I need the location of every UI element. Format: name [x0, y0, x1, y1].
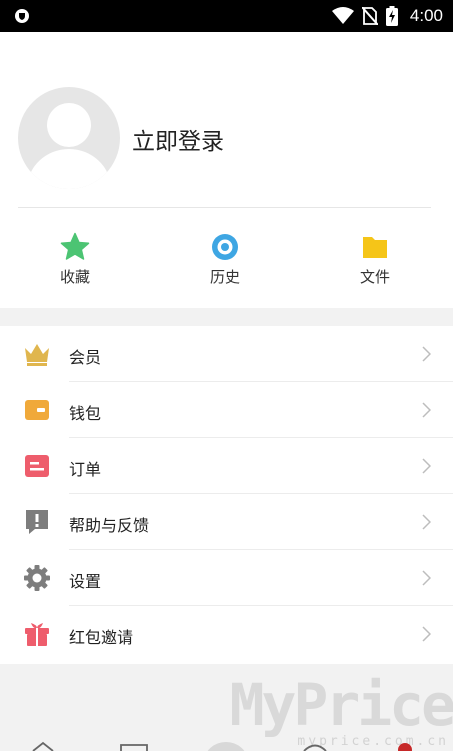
quick-action-favorites[interactable]: 收藏	[35, 232, 115, 287]
gear-icon	[24, 565, 50, 591]
profile-divider	[18, 207, 431, 208]
menu-item-help-feedback[interactable]: 帮助与反馈	[0, 494, 453, 550]
wallet-icon	[25, 400, 49, 420]
profile-card: 立即登录 收藏 历史 文件	[0, 32, 453, 308]
quick-action-label: 收藏	[59, 268, 90, 286]
menu-item-label: 钱包	[69, 404, 102, 423]
chevron-right-icon	[422, 402, 431, 418]
menu-item-wallet[interactable]: 钱包	[0, 382, 453, 438]
default-avatar-icon[interactable]	[18, 87, 120, 189]
menu-item-label: 红包邀请	[69, 628, 134, 647]
chevron-right-icon	[422, 346, 431, 362]
watermark-logo: MyPrice	[229, 671, 453, 739]
quick-action-history[interactable]: 历史	[185, 232, 265, 287]
gift-icon	[25, 623, 49, 646]
chevron-right-icon	[422, 570, 431, 586]
menu-item-label: 会员	[69, 348, 102, 367]
menu-list: 会员 钱包 订单 帮助与反馈 设置 红包邀请	[0, 326, 453, 664]
status-time: 4:00	[409, 6, 443, 25]
status-icons: 4:00	[331, 0, 443, 32]
quick-action-label: 文件	[359, 268, 390, 286]
center-tab-icon[interactable]	[204, 740, 248, 751]
wifi-icon	[331, 7, 354, 24]
star-icon	[60, 232, 90, 260]
quick-action-files[interactable]: 文件	[335, 232, 415, 287]
menu-item-orders[interactable]: 订单	[0, 438, 453, 494]
shield-notification-icon	[15, 9, 29, 23]
menu-item-red-packet-invite[interactable]: 红包邀请	[0, 606, 453, 662]
battery-charging-icon	[385, 6, 398, 26]
quick-action-label: 历史	[209, 268, 240, 286]
menu-item-label: 设置	[69, 572, 102, 591]
feedback-icon	[26, 510, 48, 534]
message-icon[interactable]	[120, 740, 148, 751]
menu-item-settings[interactable]: 设置	[0, 550, 453, 606]
menu-item-membership[interactable]: 会员	[0, 326, 453, 382]
order-icon	[25, 455, 49, 477]
chevron-right-icon	[422, 514, 431, 530]
home-icon[interactable]	[32, 740, 54, 751]
menu-item-label: 帮助与反馈	[69, 516, 150, 535]
eye-icon	[212, 234, 238, 260]
status-bar: 4:00	[0, 0, 453, 32]
login-link[interactable]: 立即登录	[132, 122, 224, 156]
folder-icon	[363, 237, 387, 258]
menu-item-label: 订单	[69, 460, 102, 479]
chevron-right-icon	[422, 626, 431, 642]
profile-tab-icon[interactable]	[397, 740, 413, 751]
chevron-right-icon	[422, 458, 431, 474]
no-sim-icon	[361, 7, 378, 25]
discover-icon[interactable]	[303, 740, 327, 751]
crown-icon	[25, 344, 49, 366]
